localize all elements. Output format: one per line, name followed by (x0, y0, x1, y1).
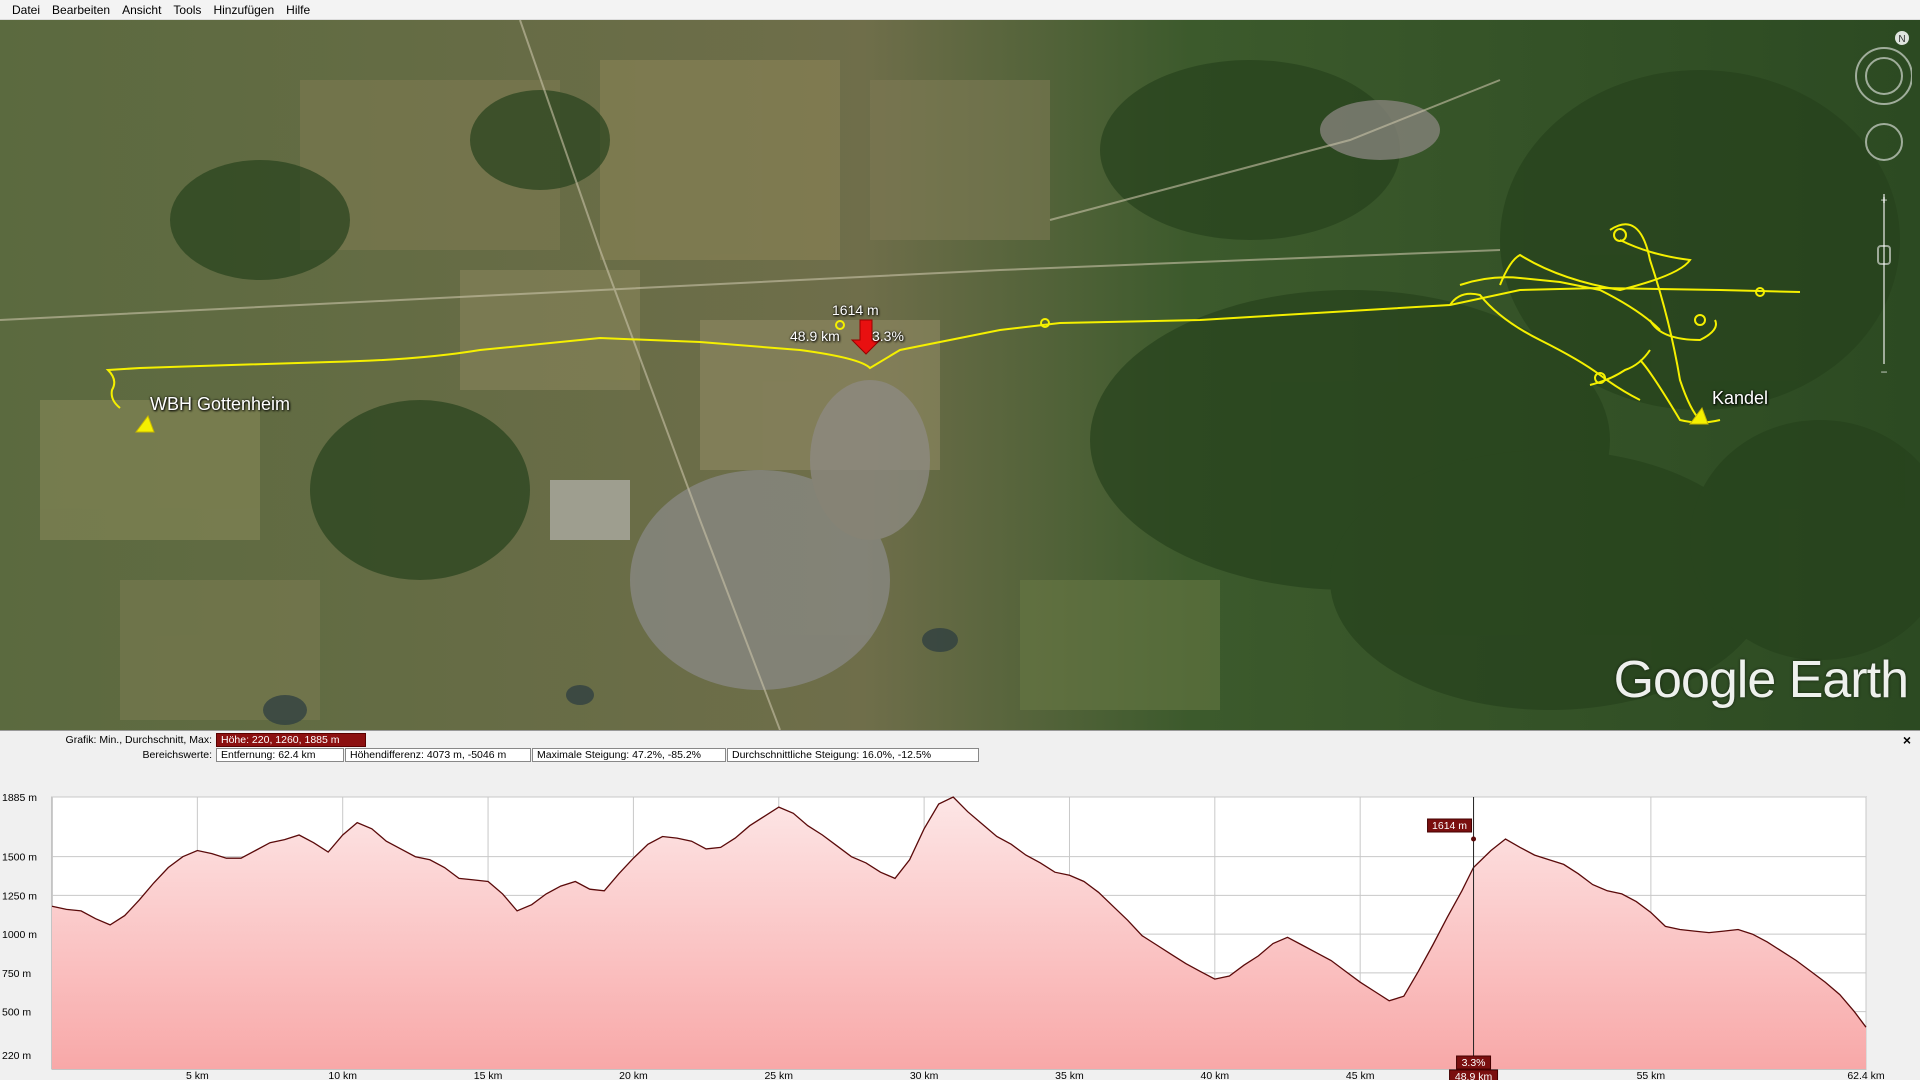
menu-datei[interactable]: Datei (6, 0, 46, 20)
x-tick-label: 35 km (1055, 1070, 1084, 1080)
y-tick-label: 220 m (2, 1050, 31, 1062)
place-label-end[interactable]: Kandel (1712, 388, 1768, 409)
range-values-label: Bereichswerte: (142, 749, 212, 761)
x-tick-label: 15 km (474, 1070, 503, 1080)
move-joystick-icon[interactable] (1865, 123, 1903, 161)
y-tick-label: 1885 m (2, 792, 37, 804)
x-tick-label: 55 km (1637, 1070, 1666, 1080)
menu-ansicht[interactable]: Ansicht (116, 0, 167, 20)
max-slope-stats-box[interactable]: Maximale Steigung: 47.2%, -85.2% (532, 748, 726, 762)
compass-north-letter: N (1898, 34, 1905, 45)
y-tick-label: 1500 m (2, 852, 37, 864)
satellite-imagery (0, 20, 1920, 730)
graph-stats-label: Grafik: Min., Durchschnitt, Max: (65, 734, 212, 746)
x-tick-label: 25 km (764, 1070, 793, 1080)
cursor-slope-label: 3.3% (872, 328, 904, 344)
distance-stats-box[interactable]: Entfernung: 62.4 km (216, 748, 344, 762)
height-difference-stats-box[interactable]: Höhendifferenz: 4073 m, -5046 m (345, 748, 531, 762)
y-tick-label: 1000 m (2, 929, 37, 941)
y-tick-label: 500 m (2, 1007, 31, 1019)
google-earth-watermark: Google Earth (1613, 651, 1909, 709)
place-label-start[interactable]: WBH Gottenheim (150, 394, 290, 415)
x-tick-label: 30 km (910, 1070, 939, 1080)
menu-hilfe[interactable]: Hilfe (280, 0, 316, 20)
elevation-profile-panel: × Grafik: Min., Durchschnitt, Max: Höhe:… (0, 730, 1920, 1080)
profile-stats-row-1: Grafik: Min., Durchschnitt, Max: Höhe: 2… (0, 733, 367, 747)
menu-hinzufuegen[interactable]: Hinzufügen (207, 0, 280, 20)
x-tick-label: 10 km (328, 1070, 357, 1080)
menu-tools[interactable]: Tools (167, 0, 207, 20)
x-tick-label: 62.4 km (1847, 1070, 1885, 1080)
close-profile-button[interactable]: × (1900, 733, 1914, 747)
cursor-slope-tag: 3.3% (1462, 1057, 1486, 1069)
satellite-map-view[interactable]: WBH Gottenheim Kandel 1614 m 48.9 km 3.3… (0, 20, 1920, 730)
zoom-out-icon[interactable]: − (1880, 365, 1887, 379)
menu-bearbeiten[interactable]: Bearbeiten (46, 0, 116, 20)
navigation-controls: N + − (1855, 31, 1912, 379)
cursor-point (1471, 836, 1477, 842)
x-tick-label: 45 km (1346, 1070, 1375, 1080)
x-tick-label: 5 km (186, 1070, 209, 1080)
menu-bar: Datei Bearbeiten Ansicht Tools Hinzufüge… (0, 0, 1920, 20)
height-stats-box[interactable]: Höhe: 220, 1260, 1885 m (216, 733, 366, 747)
zoom-in-icon[interactable]: + (1880, 193, 1887, 207)
cursor-elevation-tag: 1614 m (1432, 820, 1467, 832)
look-joystick-icon[interactable] (1855, 47, 1912, 105)
x-tick-label: 40 km (1201, 1070, 1230, 1080)
profile-stats-row-2: Bereichswerte: Entfernung: 62.4 km Höhen… (0, 748, 980, 762)
y-tick-label: 750 m (2, 968, 31, 980)
x-tick-label: 20 km (619, 1070, 648, 1080)
cursor-distance-label: 48.9 km (790, 328, 840, 344)
cursor-elevation-label: 1614 m (832, 302, 879, 318)
avg-slope-stats-box[interactable]: Durchschnittliche Steigung: 16.0%, -12.5… (727, 748, 979, 762)
cursor-distance-tag: 48.9 km (1455, 1071, 1493, 1080)
y-tick-label: 1250 m (2, 890, 37, 902)
elevation-profile-chart[interactable]: 1885 m 1500 m 1250 m 1000 m 750 m 500 m 220 m 5… (0, 763, 1920, 1080)
